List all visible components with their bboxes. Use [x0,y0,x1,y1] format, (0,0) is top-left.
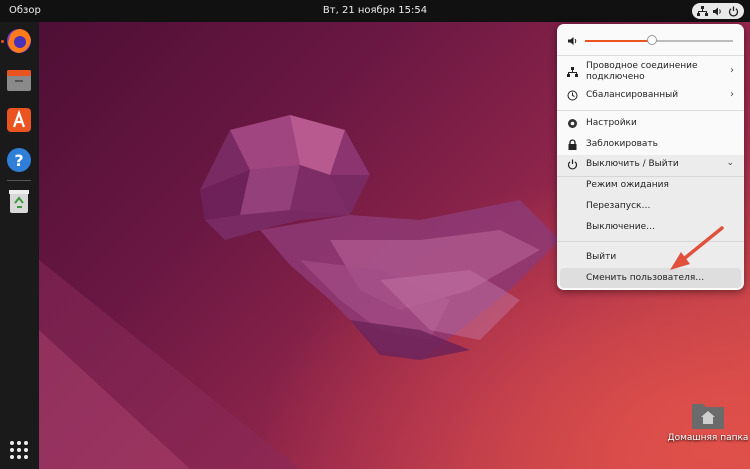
power-mode-icon [567,90,578,101]
power-off-label: Выключить / Выйти [586,159,679,169]
apps-grid-icon[interactable] [5,436,33,464]
volume-slider[interactable] [585,35,733,45]
lock-icon [567,139,578,150]
help-icon[interactable]: ? [5,146,33,174]
home-folder-label: Домашняя папка [667,433,749,443]
clock[interactable]: Вт, 21 ноября 15:54 [323,5,427,16]
network-icon [567,67,578,78]
power-off-menu-header[interactable]: Выключить / Выйти ⌄ [557,157,744,173]
system-menu: Проводное соединение подключено › Сбалан… [557,24,744,290]
volume-slider-fill [585,40,652,42]
home-folder-icon [691,400,725,430]
network-menu-item[interactable]: Проводное соединение подключено › [557,60,744,86]
speaker-icon [567,35,579,47]
home-folder[interactable]: Домашняя папка [666,400,750,443]
top-bar: Обзор Вт, 21 ноября 15:54 [0,0,750,22]
trash-icon[interactable] [5,187,33,215]
lock-menu-item[interactable]: Заблокировать [557,137,744,153]
system-tray[interactable] [692,3,744,19]
power-icon [727,5,739,17]
dock: ? [0,22,39,469]
switch-user-menu-item[interactable]: Сменить пользователя… [586,273,704,283]
volume-slider-handle[interactable] [646,35,657,45]
power-mode-menu-item[interactable]: Сбалансированный › [557,88,744,104]
power-mode-label: Сбалансированный [586,90,679,100]
power-submenu: Выключить / Выйти ⌄ Режим ожидания Перез… [557,155,744,288]
files-icon[interactable] [5,66,33,94]
network-label: Проводное соединение подключено [586,61,698,82]
shutdown-menu-item[interactable]: Выключение… [586,222,655,232]
gear-icon [567,118,578,129]
restart-menu-item[interactable]: Перезапуск… [586,201,650,211]
suspend-menu-item[interactable]: Режим ожидания [586,180,669,190]
logout-menu-item[interactable]: Выйти [586,252,616,262]
app-center-icon[interactable] [5,106,33,134]
power-icon [567,159,578,170]
chevron-right-icon: › [730,89,734,100]
firefox-icon[interactable] [5,27,33,55]
activities-button[interactable]: Обзор [9,5,41,16]
lock-label: Заблокировать [586,139,658,149]
speaker-icon [712,5,724,17]
svg-text:?: ? [14,151,23,170]
chevron-right-icon: › [730,65,734,76]
chevron-down-icon: ⌄ [726,158,734,168]
settings-label: Настройки [586,118,637,128]
volume-row [557,30,744,52]
network-icon [697,5,709,17]
settings-menu-item[interactable]: Настройки [557,116,744,132]
